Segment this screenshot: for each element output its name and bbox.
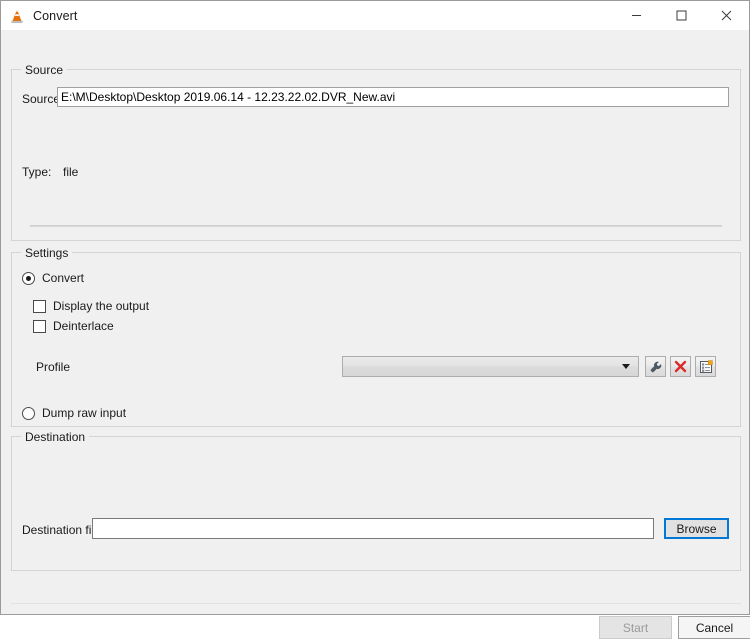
minimize-icon [632,15,641,16]
radio-convert[interactable]: Convert [22,271,84,285]
checkbox-deinterlace-icon [33,319,46,333]
wrench-icon [650,361,661,372]
title-bar: Convert [1,1,749,30]
destination-group-title: Destination [21,430,90,444]
radio-dump-raw-input[interactable]: Dump raw input [22,406,126,420]
settings-group-title: Settings [21,246,73,260]
source-separator [30,225,722,227]
title-bar-left: Convert [1,8,77,24]
close-button[interactable] [704,1,749,30]
settings-group: Settings Convert Display the output Dein… [11,246,741,427]
minimize-button[interactable] [614,1,659,30]
source-group: Source Source: Type: file [11,63,741,241]
source-group-title: Source [21,63,68,77]
start-button[interactable]: Start [599,616,672,639]
profile-label: Profile [36,360,71,374]
vlc-cone-icon [9,8,25,24]
new-profile-button[interactable] [695,356,716,377]
browse-button[interactable]: Browse [664,518,729,539]
type-value: file [63,165,79,179]
profile-select[interactable] [342,356,639,377]
type-field-label: Type: [22,165,52,179]
close-icon [721,10,732,21]
cancel-button[interactable]: Cancel [678,616,750,639]
radio-dump-raw-input-label: Dump raw input [42,406,127,420]
window-title: Convert [33,8,78,23]
footer-separator [11,603,741,604]
checkbox-deinterlace-label: Deinterlace [53,319,114,333]
edit-profile-button[interactable] [645,356,666,377]
checkbox-display-output-label: Display the output [53,299,150,313]
chevron-down-icon [622,364,630,369]
radio-convert-icon [22,271,35,285]
window-controls [614,1,749,30]
close-x-icon [674,360,687,373]
delete-profile-button[interactable] [670,356,691,377]
convert-dialog-window: Convert Source Source: E:\M\Desktop\Desk… [0,0,750,639]
source-input[interactable] [57,87,729,107]
radio-dump-raw-input-icon [22,406,35,420]
destination-group: Destination Destination file: Browse [11,430,741,571]
destination-file-input[interactable] [92,518,654,539]
checkbox-display-output-icon [33,299,46,313]
dialog-client-area: Source Source: Type: file Settings Conve… [1,30,750,639]
checkbox-display-output[interactable]: Display the output [33,299,149,313]
maximize-button[interactable] [659,1,704,30]
checkbox-deinterlace[interactable]: Deinterlace [33,319,114,333]
new-profile-icon [699,359,713,373]
radio-convert-label: Convert [42,271,85,285]
maximize-icon [676,10,687,21]
